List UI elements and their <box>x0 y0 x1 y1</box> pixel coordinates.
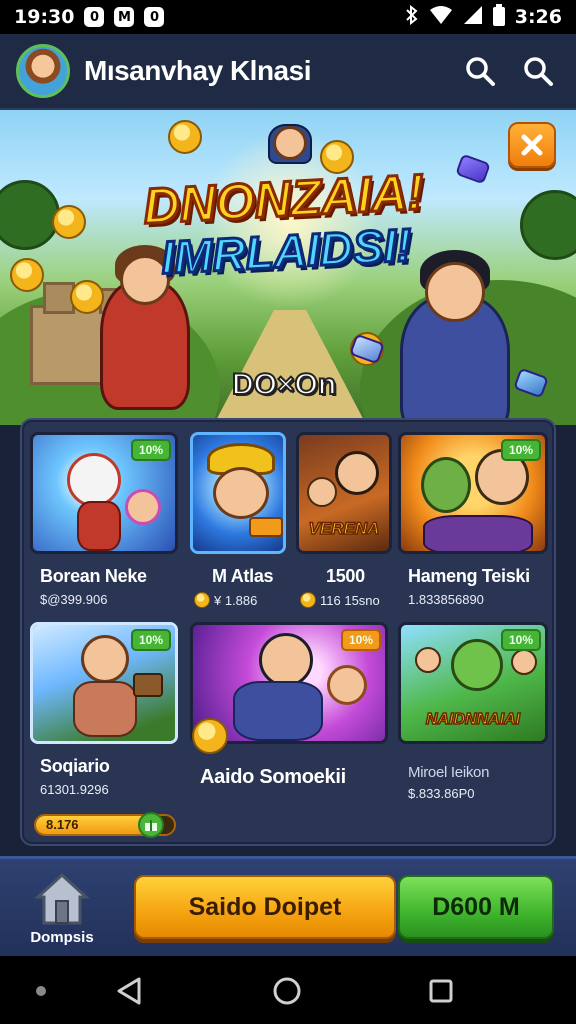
gift-icon <box>145 820 157 831</box>
coin-icon <box>10 258 44 292</box>
game-card[interactable]: 10% Hameng Teiski 1.833856890 <box>398 432 548 618</box>
game-price: ¥ 1.886 <box>194 592 257 608</box>
progress-label: 8.176 <box>46 817 79 832</box>
game-title: Borean Neke <box>40 566 147 586</box>
progress-claim-button[interactable] <box>138 812 164 838</box>
system-nav-bar <box>0 956 576 1024</box>
back-button[interactable] <box>112 974 146 1008</box>
game-thumbnail <box>190 432 286 554</box>
home-icon <box>34 872 90 925</box>
game-price: 116 15sno <box>300 592 380 608</box>
game-price: $@399.906 <box>40 592 108 607</box>
game-price: $.833.86P0 <box>408 786 475 801</box>
recents-icon <box>429 979 453 1003</box>
hero-subtitle: DO×On <box>231 367 337 402</box>
game-card[interactable]: 10% Borean Neke $@399.906 <box>30 432 178 618</box>
discount-badge: 10% <box>500 629 541 651</box>
notification-badge-3: 0 <box>144 7 165 27</box>
signal-icon <box>463 5 483 30</box>
game-card[interactable]: NAIDNNAIAI 10% Miroel Ieikon $.833.86P0 <box>398 622 548 808</box>
discount-badge: 10% <box>340 629 381 651</box>
hero-character-left <box>100 245 190 410</box>
coin-icon <box>194 592 210 608</box>
recents-button[interactable] <box>424 974 458 1008</box>
avatar[interactable] <box>16 44 70 98</box>
game-title: 1500 <box>326 566 365 586</box>
wifi-icon <box>429 5 453 30</box>
discount-badge: 10% <box>500 439 541 461</box>
home-nav-button[interactable] <box>270 974 304 1008</box>
battery-icon <box>492 3 505 31</box>
status-time: 19:30 <box>14 6 75 28</box>
amount-button[interactable]: D600 M <box>398 875 554 939</box>
game-card[interactable]: M Atlas ¥ 1.886 <box>190 432 286 618</box>
notification-badge-2: M <box>114 7 135 27</box>
search-icon <box>524 57 553 86</box>
app-screen: 19:30 0 M 0 3:26 Mısanvhay Klnasi DNONZA… <box>0 0 576 1024</box>
bottom-action-bar: Dompsis Saido Doipet D600 M <box>0 856 576 956</box>
game-grid: 10% Borean Neke $@399.906 M Atlas ¥ 1.88… <box>20 418 556 846</box>
coin-icon <box>168 120 202 154</box>
back-icon <box>117 977 141 1005</box>
close-icon <box>521 134 543 156</box>
deposits-tab[interactable]: Dompsis <box>14 869 110 953</box>
deposits-tab-label: Dompsis <box>30 929 94 946</box>
status-clock: 3:26 <box>514 6 562 28</box>
game-title: Aaido Somoekii <box>200 766 346 788</box>
hero-character-top <box>268 124 312 164</box>
app-title: Mısanvhay Klnasi <box>84 55 311 86</box>
search-icon <box>466 57 495 86</box>
status-right: 3:26 <box>405 3 562 31</box>
game-title: Miroel Ieikon <box>408 764 490 781</box>
status-left: 19:30 0 M 0 <box>14 6 165 28</box>
banner-tree <box>520 190 576 260</box>
game-thumbnail: 10% <box>30 622 178 744</box>
coin-icon <box>52 205 86 239</box>
search-button[interactable] <box>458 49 502 93</box>
notification-badge-1: 0 <box>84 7 105 27</box>
game-card[interactable]: VERENA 1500 116 15sno <box>296 432 392 618</box>
home-circle-icon <box>273 977 301 1005</box>
thumbnail-caption: NAIDNNAIAI <box>425 710 521 729</box>
discount-badge: 10% <box>130 629 171 651</box>
game-title: Soqiario <box>40 756 110 776</box>
game-price: 61301.9296 <box>40 782 109 797</box>
hero-title: DNONZAIA! IMRLAIDSI! <box>118 162 453 285</box>
thumbnail-caption: VERENA <box>308 518 380 539</box>
hero-character-right <box>400 250 510 425</box>
game-price: 1.833856890 <box>408 592 484 607</box>
banner-tree <box>0 180 60 250</box>
game-thumbnail: 10% <box>398 432 548 554</box>
dot-icon <box>36 986 46 996</box>
nav-dot-button[interactable] <box>24 974 58 1008</box>
hero-banner[interactable]: DNONZAIA! IMRLAIDSI! DO×On <box>0 110 576 425</box>
app-header: Mısanvhay Klnasi <box>0 34 576 110</box>
discount-badge: 10% <box>130 439 171 461</box>
coin-icon <box>70 280 104 314</box>
game-card[interactable]: 10% Soqiario 61301.9296 <box>30 622 178 808</box>
game-thumbnail: VERENA <box>296 432 392 554</box>
status-bar: 19:30 0 M 0 3:26 <box>0 0 576 34</box>
search-button-2[interactable] <box>516 49 560 93</box>
banner-close-button[interactable] <box>508 122 556 168</box>
game-title: M Atlas <box>212 566 274 586</box>
game-thumbnail: 10% <box>30 432 178 554</box>
coin-icon <box>192 718 228 754</box>
gem-icon <box>455 153 491 185</box>
bluetooth-icon <box>405 4 419 30</box>
game-title: Hameng Teiski <box>408 566 530 586</box>
coin-icon <box>300 592 316 608</box>
game-card[interactable]: 10% Aaido Somoekii <box>190 622 388 808</box>
deposit-button[interactable]: Saido Doipet <box>134 875 396 939</box>
game-thumbnail: NAIDNNAIAI 10% <box>398 622 548 744</box>
